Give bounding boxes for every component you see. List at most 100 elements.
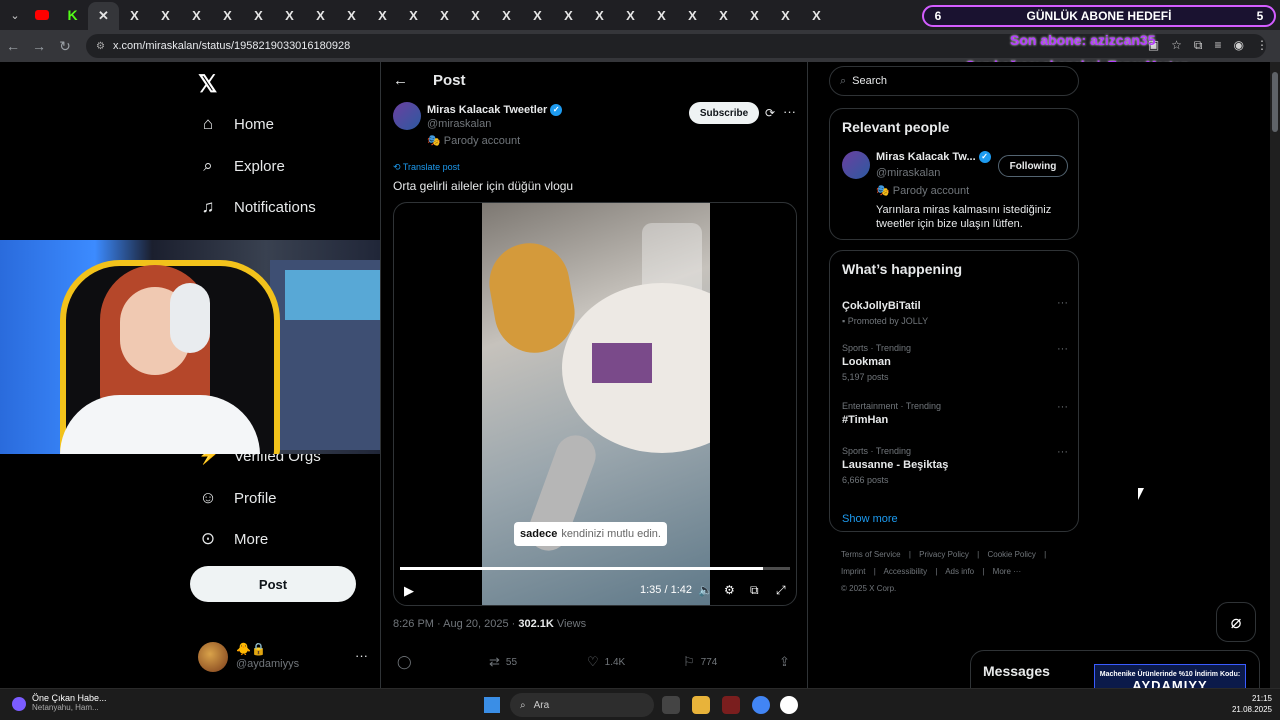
chrome-icon[interactable] bbox=[752, 696, 770, 714]
more-dots-icon[interactable]: ··· bbox=[783, 104, 796, 119]
tab-x[interactable]: X bbox=[212, 2, 243, 28]
tab-x[interactable]: X bbox=[181, 2, 212, 28]
post-button[interactable]: Post bbox=[190, 566, 356, 602]
trend-item[interactable]: Sports · Trending Lookman 5,197 posts ··… bbox=[842, 343, 1068, 382]
tab-x[interactable]: X bbox=[336, 2, 367, 28]
tab-x[interactable]: X bbox=[584, 2, 615, 28]
tab-x[interactable]: X bbox=[708, 2, 739, 28]
app-icon[interactable] bbox=[780, 696, 798, 714]
tab-x[interactable]: X bbox=[243, 2, 274, 28]
relevant-person-parody: 🎭 Parody account bbox=[876, 184, 969, 197]
trend-item[interactable]: Sports · Trending Lausanne - Beşiktaş 6,… bbox=[842, 446, 1068, 485]
nav-explore[interactable]: ⌕ Explore bbox=[198, 156, 285, 176]
author-name[interactable]: Miras Kalacak Tweetler ✓ bbox=[427, 104, 563, 117]
tab-x[interactable]: X bbox=[801, 2, 832, 28]
subscribe-button[interactable]: Subscribe bbox=[689, 102, 759, 124]
post-timestamp[interactable]: 8:26 PM · Aug 20, 2025 · bbox=[393, 618, 515, 630]
footer-more-link[interactable]: More ··· bbox=[993, 567, 1021, 576]
trend-more-icon[interactable]: ··· bbox=[1057, 297, 1068, 309]
tab-x[interactable]: X bbox=[646, 2, 677, 28]
tab-x[interactable]: X bbox=[305, 2, 336, 28]
trend-more-icon[interactable]: ··· bbox=[1057, 343, 1068, 355]
tab-x[interactable]: X bbox=[398, 2, 429, 28]
tab-x[interactable]: X bbox=[770, 2, 801, 28]
like-button[interactable]: ♡ 1.4K bbox=[587, 654, 625, 670]
grok-icon[interactable]: ⟳ bbox=[765, 106, 775, 120]
app-icon[interactable] bbox=[722, 696, 740, 714]
tab-x[interactable]: X bbox=[615, 2, 646, 28]
nav-profile[interactable]: ☺ Profile bbox=[198, 488, 276, 508]
video-progress-bar[interactable] bbox=[400, 567, 790, 570]
trend-item[interactable]: Entertainment · Trending #TimHan ··· bbox=[842, 401, 1068, 426]
tab-x[interactable]: X bbox=[677, 2, 708, 28]
tab-x[interactable]: X bbox=[274, 2, 305, 28]
trend-item[interactable]: ÇokJollyBiTatil ▪ Promoted by JOLLY ··· bbox=[842, 297, 1068, 326]
accessibility-link[interactable]: Accessibility bbox=[884, 567, 928, 576]
grok-fab-icon[interactable]: ⌀ bbox=[1216, 602, 1256, 642]
forward-icon[interactable]: → bbox=[26, 33, 52, 59]
extensions-icon[interactable]: ⧉ bbox=[1194, 38, 1203, 53]
relevant-person-name[interactable]: Miras Kalacak Tw... ✓ bbox=[876, 151, 991, 164]
task-view-icon[interactable] bbox=[662, 696, 680, 714]
menu-icon[interactable]: ⋮ bbox=[1256, 38, 1268, 53]
nav-more[interactable]: ⊙ More bbox=[198, 529, 268, 549]
tab-search-chevron-icon[interactable]: ⌄ bbox=[4, 4, 26, 26]
back-arrow-icon[interactable]: ← bbox=[393, 72, 408, 89]
privacy-link[interactable]: Privacy Policy bbox=[919, 550, 969, 559]
tab-x[interactable]: X bbox=[460, 2, 491, 28]
reply-button[interactable]: ◯ bbox=[397, 654, 412, 670]
tab-x[interactable]: X bbox=[553, 2, 584, 28]
nav-notifications[interactable]: ♫ Notifications bbox=[198, 197, 316, 217]
scrollbar-thumb[interactable] bbox=[1272, 72, 1278, 132]
search-input[interactable]: ⌕ Search bbox=[829, 66, 1079, 96]
x-logo-icon[interactable]: 𝕏 bbox=[198, 70, 217, 99]
media-icon[interactable]: ≡ bbox=[1215, 38, 1222, 53]
bookmark-star-icon[interactable]: ☆ bbox=[1171, 38, 1182, 53]
share-button[interactable]: ⇪ bbox=[779, 654, 790, 670]
news-widget[interactable]: Öne Çıkan Habe... Netanyahu, Ham... bbox=[12, 693, 107, 712]
tab-x[interactable]: X bbox=[739, 2, 770, 28]
translate-post-link[interactable]: ⟲ Translate post bbox=[393, 162, 460, 173]
taskbar-search[interactable]: ⌕ Ara bbox=[510, 693, 654, 717]
show-more-link[interactable]: Show more bbox=[842, 513, 898, 525]
imprint-link[interactable]: Imprint bbox=[841, 567, 865, 576]
reload-icon[interactable]: ↻ bbox=[52, 33, 78, 59]
play-icon[interactable]: ▶ bbox=[404, 583, 414, 599]
settings-gear-icon[interactable]: ⚙ bbox=[724, 583, 735, 597]
fullscreen-icon[interactable]: ⤢ bbox=[776, 583, 786, 598]
tab-x[interactable]: X bbox=[491, 2, 522, 28]
back-icon[interactable]: ← bbox=[0, 33, 26, 59]
system-clock[interactable]: 21:15 21.08.2025 bbox=[1232, 693, 1272, 715]
tab-x[interactable]: X bbox=[429, 2, 460, 28]
tab-x[interactable]: X bbox=[367, 2, 398, 28]
more-dots-icon[interactable]: ··· bbox=[355, 648, 368, 663]
tab-youtube[interactable] bbox=[26, 2, 57, 28]
relevant-person-handle[interactable]: @miraskalan bbox=[876, 167, 940, 179]
following-button[interactable]: Following bbox=[998, 155, 1068, 177]
author-handle[interactable]: @miraskalan bbox=[427, 118, 491, 130]
repost-button[interactable]: ⇄ 55 bbox=[489, 654, 517, 670]
windows-start-icon[interactable] bbox=[484, 697, 500, 713]
tab-x[interactable]: X bbox=[522, 2, 553, 28]
video-player[interactable]: sadece kendinizi mutlu edin. ▶ 1:35 / 1:4… bbox=[393, 202, 797, 606]
site-info-icon[interactable]: ⚙ bbox=[96, 41, 105, 52]
volume-icon[interactable]: 🔈 bbox=[698, 583, 713, 597]
bookmark-button[interactable]: ⚐ 774 bbox=[683, 654, 717, 670]
ads-info-link[interactable]: Ads info bbox=[945, 567, 974, 576]
trend-more-icon[interactable]: ··· bbox=[1057, 446, 1068, 458]
picture-in-picture-icon[interactable]: ⧉ bbox=[750, 583, 759, 598]
relevant-person-avatar[interactable] bbox=[842, 151, 870, 179]
terms-link[interactable]: Terms of Service bbox=[841, 550, 901, 559]
nav-home[interactable]: ⌂ Home bbox=[198, 114, 274, 134]
author-avatar[interactable] bbox=[393, 102, 421, 130]
tab-kick[interactable]: K bbox=[57, 2, 88, 28]
trend-more-icon[interactable]: ··· bbox=[1057, 401, 1068, 413]
file-explorer-icon[interactable] bbox=[692, 696, 710, 714]
tab-active-x[interactable]: ✕ bbox=[88, 2, 119, 30]
cookie-link[interactable]: Cookie Policy bbox=[987, 550, 1035, 559]
tab-x[interactable]: X bbox=[150, 2, 181, 28]
tab-x[interactable]: X bbox=[119, 2, 150, 28]
page-scrollbar[interactable] bbox=[1270, 62, 1280, 688]
account-switcher[interactable]: 🐥🔒 @aydamiyys ··· bbox=[198, 640, 368, 676]
profile-icon[interactable]: ◉ bbox=[1234, 38, 1244, 53]
